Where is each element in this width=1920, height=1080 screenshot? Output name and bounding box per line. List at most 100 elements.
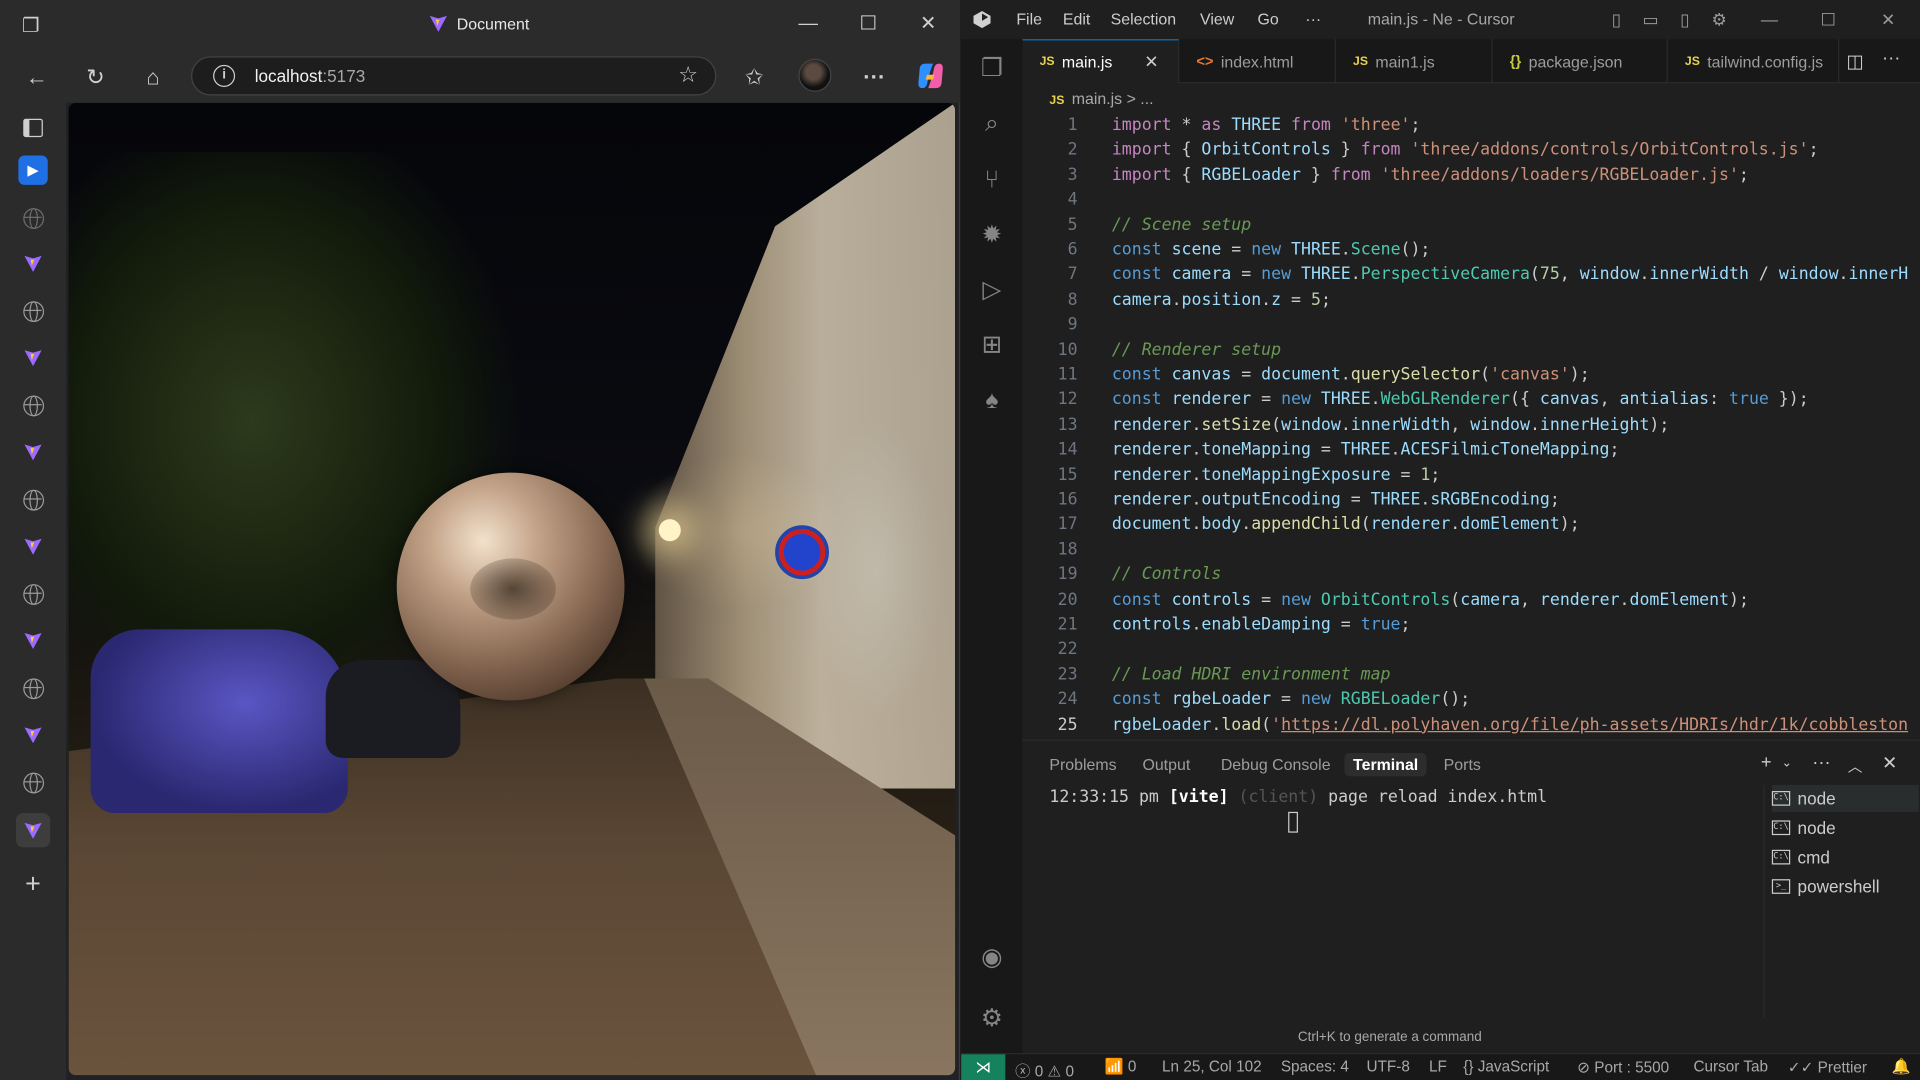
terminal-item-cmd[interactable]: C:\ cmd [1771,844,1919,871]
tab-label: index.html [1220,52,1294,71]
sidebar-tab-11[interactable] [16,671,50,705]
panel-tab-terminal[interactable]: Terminal [1344,753,1427,777]
run-debug-icon[interactable]: ▷ [977,276,1006,305]
sidebar-tab-8[interactable] [16,529,50,563]
globe-icon [22,394,44,416]
maximize-panel-icon[interactable]: ︿ [1848,756,1863,777]
copilot-icon[interactable] [915,60,947,92]
minimize-button[interactable]: — [793,10,822,39]
workspaces-icon[interactable]: ❐ [22,13,40,37]
menu-edit[interactable]: Edit [1063,10,1090,28]
tab-main-js[interactable]: JS main.js ✕ [1022,39,1180,84]
sidebar-tab-10[interactable] [16,623,50,657]
url-port: :5173 [322,66,366,86]
panel-tab-ports[interactable]: Ports [1435,753,1489,776]
status-cursor-tab[interactable]: Cursor Tab [1693,1058,1768,1075]
split-editor-icon[interactable]: ◫ [1847,50,1864,72]
toggle-panel-icon[interactable]: ▭ [1638,7,1662,31]
code-editor[interactable]: 1 import * as THREE from 'three'; 2 import… [1022,113,1920,737]
maximize-button[interactable]: ☐ [853,10,882,39]
terminal-item-node[interactable]: C:\ node [1771,784,1919,812]
minimize-button[interactable]: — [1757,7,1781,31]
status-position[interactable]: Ln 25, Col 102 [1162,1058,1262,1075]
terminal-item-powershell[interactable]: >_ powershell [1771,873,1919,900]
sidebar-toggle-icon[interactable] [16,110,50,144]
status-eol[interactable]: LF [1429,1058,1447,1075]
close-button[interactable]: ✕ [1876,7,1900,31]
tab-main1-js[interactable]: JS main1.js [1336,39,1493,84]
tab-index-html[interactable]: <> index.html [1179,39,1336,84]
close-panel-icon[interactable]: ✕ [1882,752,1897,774]
sidebar-tab-2[interactable] [16,246,50,280]
menu-go[interactable]: Go [1258,10,1279,28]
extensions-icon[interactable]: ⊞ [977,331,1006,360]
debug-icon[interactable]: ✹ [977,220,1006,249]
sidebar-tab-13[interactable] [16,765,50,799]
search-icon[interactable]: ⌕ [977,109,1006,138]
manage-gear-icon[interactable]: ⚙ [977,1004,1006,1033]
page-viewport-canvas[interactable] [68,102,956,1076]
terminal-dropdown-icon[interactable]: ⌄ [1782,757,1792,770]
notifications-bell-icon[interactable]: 🔔 [1892,1058,1911,1076]
maximize-button[interactable]: ☐ [1816,7,1840,31]
new-terminal-icon[interactable]: + [1761,752,1772,773]
address-bar[interactable]: i localhost:5173 ☆ [191,56,717,96]
settings-gear-icon[interactable]: ⚙ [1707,7,1731,31]
favorite-star-icon[interactable]: ☆ [678,62,698,88]
status-language[interactable]: {} JavaScript [1463,1058,1549,1075]
add-tab-icon[interactable]: + [16,867,50,901]
tab-label: main1.js [1375,52,1435,71]
breadcrumb[interactable]: JS main.js > ... [1049,89,1153,107]
more-options-icon[interactable]: ··· [858,61,890,93]
sidebar-tab-3[interactable] [16,294,50,328]
code-line: 12 const renderer = new THREE.WebGLRender… [1022,387,1920,411]
favorites-icon[interactable]: ✩ [738,61,770,93]
more-actions-icon[interactable]: ··· [1882,48,1900,69]
terminal-item-label: powershell [1797,876,1880,897]
sidebar-tab-7[interactable] [16,482,50,516]
menu-more[interactable]: ··· [1305,10,1321,28]
status-spaces[interactable]: Spaces: 4 [1281,1058,1349,1075]
sidebar-tab-1[interactable] [16,201,50,235]
menu-selection[interactable]: Selection [1111,10,1176,28]
panel-tab-output[interactable]: Output [1134,753,1199,776]
remote-indicator-icon[interactable]: ⋊ [961,1054,1006,1080]
back-icon[interactable]: ← [21,61,53,93]
sidebar-item-media[interactable]: ▶ [16,153,50,187]
toggle-secondary-sidebar-icon[interactable]: ▯ [1673,7,1697,31]
avatar[interactable] [798,58,832,92]
scene-blue-car [90,629,348,814]
mongodb-leaf-icon[interactable]: ♠ [977,386,1006,415]
sidebar-tab-12[interactable] [16,718,50,752]
tab-tailwind-config-js[interactable]: JS tailwind.config.js [1668,39,1840,84]
panel-more-icon[interactable]: ··· [1812,752,1830,773]
sidebar-tab-6[interactable] [16,435,50,469]
menu-file[interactable]: File [1016,10,1042,28]
account-icon[interactable]: ◉ [977,943,1006,972]
sidebar-tab-9[interactable] [16,577,50,611]
sidebar-tab-5[interactable] [16,388,50,422]
status-ports[interactable]: 📶 0 [1104,1058,1136,1076]
menu-view[interactable]: View [1200,10,1234,28]
site-info-icon[interactable]: i [213,64,236,87]
close-button[interactable]: ✕ [913,10,942,39]
status-live-server[interactable]: ⊘ Port : 5500 [1577,1058,1669,1076]
panel-tab-debug-console[interactable]: Debug Console [1212,753,1339,776]
refresh-icon[interactable]: ↻ [80,61,112,93]
sidebar-tab-14[interactable] [15,813,51,848]
status-problems[interactable]: ⓧ 0 ⚠ 0 [1015,1058,1074,1080]
tab-package-json[interactable]: {} package.json [1493,39,1668,84]
terminal-item-node[interactable]: C:\ node [1771,814,1919,841]
close-tab-icon[interactable]: ✕ [1144,51,1158,72]
status-encoding[interactable]: UTF-8 [1367,1058,1410,1075]
panel-tab-problems[interactable]: Problems [1041,753,1125,776]
terminal-output[interactable]: 12:33:15 pm [vite] (client) page reload … [1049,787,1547,807]
source-control-icon[interactable]: ⑂ [977,165,1006,194]
toggle-primary-sidebar-icon[interactable]: ▯ [1604,7,1628,31]
error-icon: ⓧ [1015,1062,1031,1080]
home-icon[interactable]: ⌂ [137,61,169,93]
sidebar-tab-4[interactable] [16,340,50,374]
code-line: 23// Load HDRI environment map [1022,662,1920,686]
status-prettier[interactable]: ✓✓ Prettier [1788,1058,1867,1076]
explorer-icon[interactable]: ❐ [977,54,1006,83]
